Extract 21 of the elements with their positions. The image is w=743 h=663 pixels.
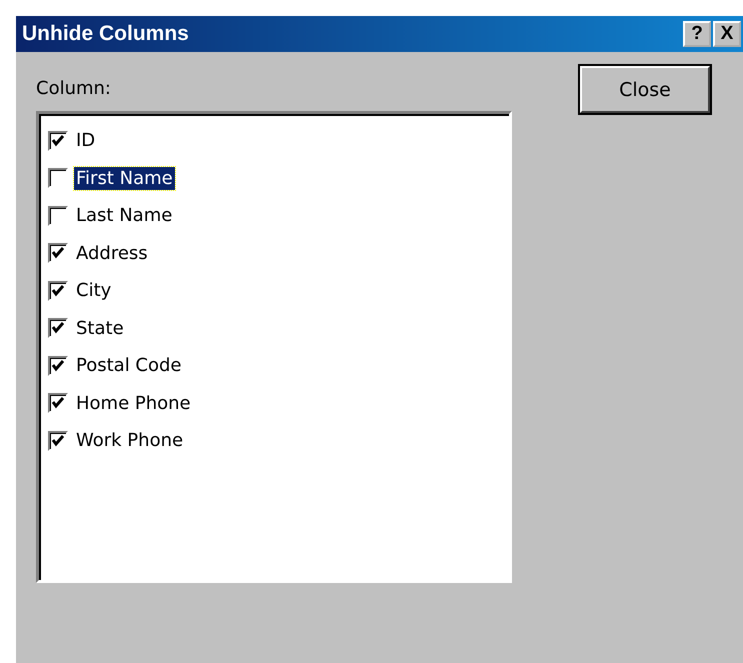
column-item[interactable]: Address [74, 242, 150, 265]
check-icon [51, 321, 65, 336]
column-item[interactable]: First Name [74, 166, 175, 190]
column-item[interactable]: Postal Code [74, 354, 184, 378]
column-item[interactable]: Work Phone [74, 429, 186, 452]
column-item[interactable]: ID [74, 129, 98, 152]
column-item[interactable]: State [74, 316, 126, 340]
column-item[interactable]: Last Name [74, 204, 174, 228]
check-icon [51, 396, 65, 410]
window-close-button[interactable]: X [713, 21, 741, 47]
help-button[interactable]: ? [683, 21, 711, 47]
window-title: Unhide Columns [22, 22, 190, 46]
column-item[interactable]: Home Phone [74, 392, 193, 415]
check-icon [51, 434, 65, 448]
check-icon [51, 246, 65, 260]
check-icon [51, 134, 65, 148]
check-icon [51, 358, 65, 373]
column-label: Column: [36, 78, 112, 99]
close-dialog-button[interactable]: Close [580, 66, 710, 113]
column-item[interactable]: City [74, 279, 114, 302]
check-icon [51, 284, 65, 298]
